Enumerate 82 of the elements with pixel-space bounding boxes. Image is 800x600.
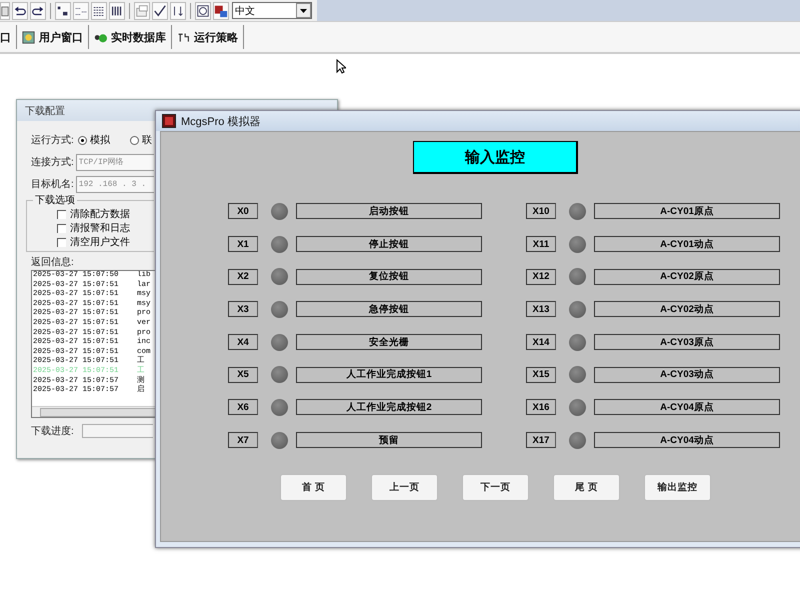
tab[interactable]: 口	[0, 25, 17, 49]
radio-button[interactable]: 联	[130, 133, 152, 147]
address-label: X10	[526, 203, 556, 220]
field-label: 返回信息:	[31, 256, 75, 270]
nav-button[interactable]: 首 页	[280, 474, 347, 500]
tab[interactable]: 运行策略	[172, 25, 244, 49]
picture-icon	[22, 30, 35, 44]
signal-name: A-CY01原点	[594, 203, 780, 220]
address-label: X4	[228, 334, 258, 350]
address-label: X1	[228, 236, 258, 252]
signal-name: 启动按钮	[296, 203, 482, 220]
signal-name: A-CY01动点	[594, 236, 780, 252]
check-button[interactable]	[152, 2, 168, 20]
language-button[interactable]	[213, 2, 229, 20]
address-label: X6	[228, 399, 258, 416]
signal-name: A-CY04动点	[594, 432, 780, 448]
language-dropdown[interactable]: 中文	[232, 2, 312, 19]
checkbox[interactable]: 清空用户文件	[57, 235, 130, 249]
address-label: X17	[526, 432, 556, 448]
strategy-icon	[177, 30, 190, 44]
cursor-icon	[336, 59, 346, 74]
address-label: X14	[526, 334, 556, 350]
sort-button[interactable]	[170, 2, 186, 20]
app-icon	[162, 114, 176, 128]
columns-icon	[110, 4, 124, 18]
radio-button[interactable]: 模拟	[78, 133, 110, 147]
address-label: X5	[228, 366, 258, 383]
field-label: 下载进度:	[31, 424, 74, 438]
signal-name: A-CY04原点	[594, 399, 780, 416]
signal-name: 安全光栅	[296, 334, 482, 350]
checkbox[interactable]: 清除配方数据	[57, 207, 130, 221]
language-icon	[214, 4, 228, 18]
nav-button[interactable]: 上一页	[371, 474, 438, 500]
window-title: McgsPro 模拟器	[181, 114, 260, 128]
help-icon	[196, 4, 210, 18]
address-label: X11	[526, 236, 556, 252]
signal-name: 停止按钮	[296, 236, 482, 252]
help-button[interactable]	[195, 2, 211, 20]
heading-panel: 输入监控	[413, 141, 578, 174]
signal-name: A-CY02原点	[594, 268, 780, 285]
signal-name: 复位按钮	[296, 268, 482, 285]
checkbox[interactable]: 清报警和日志	[57, 221, 130, 235]
address-label: X7	[228, 432, 258, 448]
nav-button[interactable]: 下一页	[462, 474, 529, 500]
frame-icon	[1, 4, 9, 18]
undo-icon	[13, 4, 27, 18]
nav-button[interactable]: 尾 页	[553, 474, 620, 500]
signal-name: 急停按钮	[296, 301, 482, 318]
check-icon	[153, 4, 167, 18]
field-label: 目标机名:	[31, 178, 74, 191]
signal-name: A-CY03动点	[594, 366, 780, 383]
dropdown-arrow-icon	[300, 8, 307, 12]
signal-name: A-CY02动点	[594, 301, 780, 318]
list-button[interactable]	[91, 2, 107, 20]
window-title: 下载配置	[25, 104, 65, 118]
signal-name: 人工作业完成按钮2	[296, 399, 482, 416]
frame-button[interactable]	[0, 2, 10, 20]
undo-button[interactable]	[12, 2, 28, 20]
tab[interactable]: 用户窗口	[17, 25, 89, 49]
columns-button[interactable]	[109, 2, 125, 20]
align-button[interactable]	[55, 2, 71, 20]
address-label: X13	[526, 301, 556, 318]
align-icon	[56, 4, 70, 18]
nav-button[interactable]: 输出监控	[644, 474, 711, 500]
group-title: 下载选项	[33, 193, 77, 207]
signal-name: 预留	[296, 432, 482, 448]
field-label: 连接方式:	[31, 156, 74, 169]
dotted-grid-button[interactable]	[73, 2, 89, 20]
scrollbar[interactable]	[32, 406, 155, 417]
address-label: X3	[228, 301, 258, 318]
signal-name: A-CY03原点	[594, 334, 780, 350]
redo-button[interactable]	[30, 2, 46, 20]
field-label: 运行方式:	[31, 134, 74, 147]
address-label: X16	[526, 399, 556, 416]
sort-icon	[171, 4, 185, 18]
address-label: X12	[526, 268, 556, 285]
address-label: X0	[228, 203, 258, 220]
address-label: X15	[526, 366, 556, 383]
signal-name: 人工作业完成按钮1	[296, 366, 482, 383]
address-label: X2	[228, 268, 258, 285]
window-icon	[135, 4, 149, 18]
tab[interactable]: 实时数据库	[89, 25, 172, 49]
